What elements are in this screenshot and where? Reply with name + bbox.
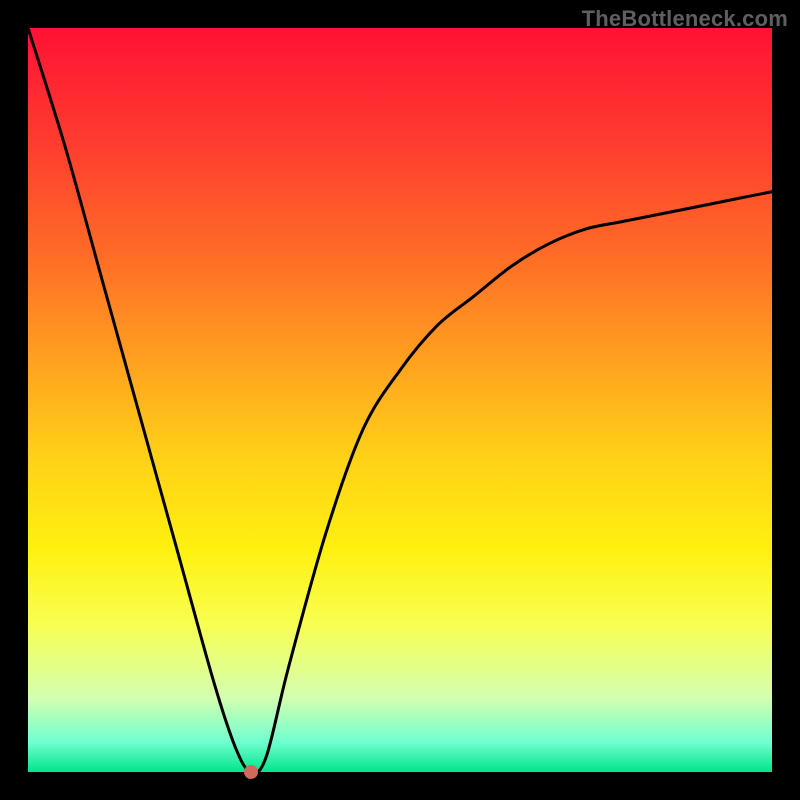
watermark-text: TheBottleneck.com [582,6,788,32]
plot-area [28,28,772,772]
bottleneck-curve [28,28,772,772]
curve-svg [28,28,772,772]
optimal-point-marker [244,765,258,779]
chart-frame: TheBottleneck.com [0,0,800,800]
